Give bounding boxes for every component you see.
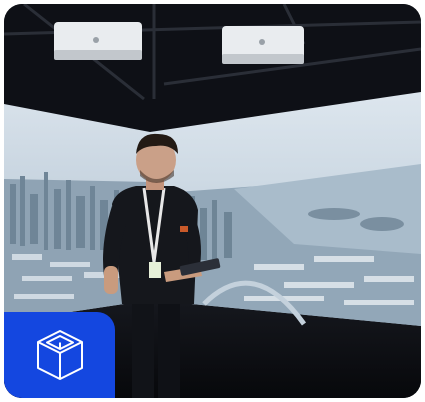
category-badge	[4, 312, 115, 398]
cube-icon	[36, 330, 83, 380]
projector-left	[54, 22, 142, 60]
projector-right	[222, 26, 304, 64]
image-card	[4, 4, 421, 398]
